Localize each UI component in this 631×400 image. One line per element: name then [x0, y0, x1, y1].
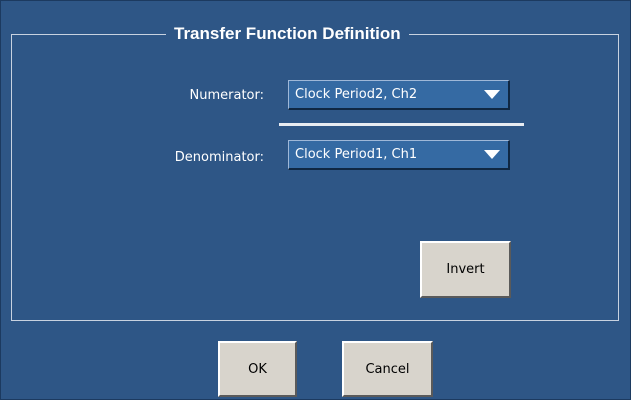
chevron-down-icon	[484, 90, 500, 99]
numerator-select[interactable]: Clock Period2, Ch2	[288, 80, 510, 110]
numerator-label: Numerator:	[189, 88, 264, 103]
fraction-divider	[279, 123, 524, 126]
invert-button[interactable]: Invert	[420, 241, 511, 298]
transfer-function-dialog: Transfer Function Definition Numerator: …	[0, 0, 631, 400]
group-title: Transfer Function Definition	[166, 21, 409, 47]
chevron-down-icon	[484, 150, 500, 159]
ok-button[interactable]: OK	[218, 341, 297, 397]
numerator-value: Clock Period2, Ch2	[295, 87, 418, 102]
denominator-select[interactable]: Clock Period1, Ch1	[288, 140, 510, 170]
transfer-function-groupbox	[11, 34, 619, 321]
denominator-label: Denominator:	[174, 150, 264, 165]
cancel-button[interactable]: Cancel	[342, 341, 433, 397]
denominator-value: Clock Period1, Ch1	[295, 147, 418, 162]
